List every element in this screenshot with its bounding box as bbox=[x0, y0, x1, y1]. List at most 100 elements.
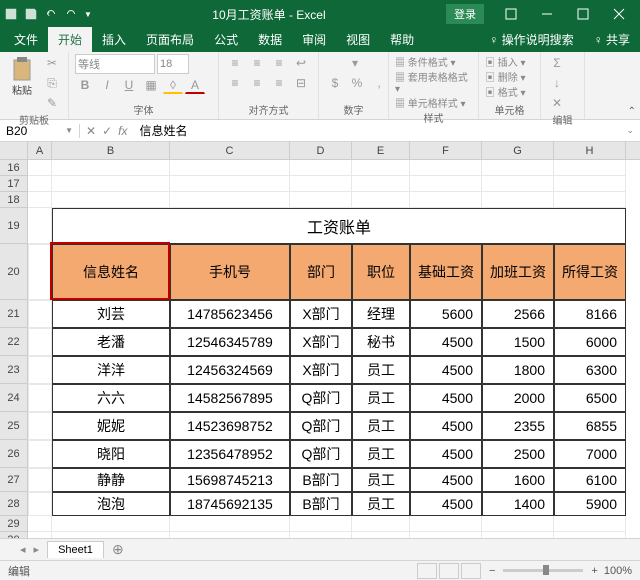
table-header-cell[interactable]: 部门 bbox=[290, 244, 352, 300]
login-button[interactable]: 登录 bbox=[446, 4, 484, 24]
clear-icon[interactable]: ✕ bbox=[547, 94, 567, 112]
zoom-out-icon[interactable]: − bbox=[489, 565, 495, 577]
align-left-icon[interactable]: ≡ bbox=[225, 74, 245, 92]
enter-formula-icon[interactable]: ✓ bbox=[102, 124, 112, 138]
sheet-nav-prev-icon[interactable]: ◂ bbox=[20, 543, 26, 556]
table-cell[interactable]: 老潘 bbox=[52, 328, 170, 356]
table-cell[interactable]: 4500 bbox=[410, 492, 482, 516]
cell[interactable] bbox=[410, 516, 482, 532]
cell[interactable] bbox=[28, 300, 52, 328]
cond-format-button[interactable]: ▦ 条件格式 ▾ bbox=[395, 54, 456, 69]
add-sheet-icon[interactable]: ⊕ bbox=[112, 541, 124, 558]
bold-icon[interactable]: B bbox=[75, 76, 95, 94]
cell[interactable] bbox=[170, 516, 290, 532]
table-cell[interactable]: 员工 bbox=[352, 468, 410, 492]
table-cell[interactable]: 6300 bbox=[554, 356, 626, 384]
cell[interactable] bbox=[410, 192, 482, 208]
table-cell[interactable]: 5600 bbox=[410, 300, 482, 328]
row-header[interactable]: 25 bbox=[0, 412, 28, 440]
save-icon[interactable] bbox=[24, 7, 38, 21]
table-cell[interactable]: 5900 bbox=[554, 492, 626, 516]
sheet-nav-next-icon[interactable]: ▸ bbox=[34, 543, 40, 556]
redo-icon[interactable] bbox=[64, 7, 78, 21]
cell[interactable] bbox=[170, 192, 290, 208]
cell[interactable] bbox=[554, 532, 626, 538]
cell[interactable] bbox=[410, 176, 482, 192]
cell[interactable] bbox=[410, 160, 482, 176]
row-header[interactable]: 18 bbox=[0, 192, 28, 208]
percent-icon[interactable]: % bbox=[347, 74, 367, 92]
tab-file[interactable]: 文件 bbox=[4, 27, 48, 52]
row-header[interactable]: 20 bbox=[0, 244, 28, 300]
maximize-icon[interactable] bbox=[566, 2, 600, 26]
autosave-icon[interactable] bbox=[4, 7, 18, 21]
col-header[interactable]: H bbox=[554, 142, 626, 159]
table-header-cell[interactable]: 所得工资 bbox=[554, 244, 626, 300]
table-cell[interactable]: 经理 bbox=[352, 300, 410, 328]
cell[interactable] bbox=[482, 192, 554, 208]
tellme-search[interactable]: ♀ 操作说明搜索 bbox=[479, 27, 583, 52]
cell[interactable] bbox=[290, 532, 352, 538]
number-format-select[interactable]: ▾ bbox=[325, 54, 385, 72]
font-color-icon[interactable]: A bbox=[185, 76, 205, 94]
table-cell[interactable]: 秘书 bbox=[352, 328, 410, 356]
share-button[interactable]: ♀ 共享 bbox=[584, 27, 640, 52]
table-cell[interactable]: Q部门 bbox=[290, 440, 352, 468]
table-cell[interactable]: X部门 bbox=[290, 300, 352, 328]
table-cell[interactable]: 妮妮 bbox=[52, 412, 170, 440]
cell[interactable] bbox=[170, 176, 290, 192]
table-cell[interactable]: B部门 bbox=[290, 468, 352, 492]
col-header[interactable]: B bbox=[52, 142, 170, 159]
cell[interactable] bbox=[28, 412, 52, 440]
table-cell[interactable]: 员工 bbox=[352, 356, 410, 384]
tab-4[interactable]: 数据 bbox=[248, 27, 292, 52]
autosum-icon[interactable]: Σ bbox=[547, 54, 567, 72]
row-header[interactable]: 21 bbox=[0, 300, 28, 328]
cell[interactable] bbox=[352, 176, 410, 192]
italic-icon[interactable]: I bbox=[97, 76, 117, 94]
insert-cells-button[interactable]: ▣ 插入 ▾ bbox=[485, 54, 526, 69]
col-header[interactable]: C bbox=[170, 142, 290, 159]
table-cell[interactable]: Q部门 bbox=[290, 384, 352, 412]
table-cell[interactable]: Q部门 bbox=[290, 412, 352, 440]
cell[interactable] bbox=[28, 208, 52, 244]
paste-button[interactable]: 粘贴 bbox=[6, 54, 38, 98]
cell[interactable] bbox=[290, 192, 352, 208]
fill-color-icon[interactable]: ◊ bbox=[163, 76, 183, 94]
align-mid-icon[interactable]: ≡ bbox=[247, 54, 267, 72]
table-cell[interactable]: 8166 bbox=[554, 300, 626, 328]
tab-0[interactable]: 开始 bbox=[48, 27, 92, 52]
cell[interactable] bbox=[554, 516, 626, 532]
cell[interactable] bbox=[52, 192, 170, 208]
table-cell[interactable]: 4500 bbox=[410, 328, 482, 356]
table-cell[interactable]: 4500 bbox=[410, 384, 482, 412]
cell[interactable] bbox=[28, 192, 52, 208]
copy-icon[interactable]: ⎘ bbox=[42, 74, 62, 92]
cell[interactable] bbox=[28, 516, 52, 532]
table-cell[interactable]: 员工 bbox=[352, 492, 410, 516]
sheet-tab[interactable]: Sheet1 bbox=[47, 541, 104, 558]
view-break-icon[interactable] bbox=[461, 563, 481, 579]
table-cell[interactable]: 6500 bbox=[554, 384, 626, 412]
table-cell[interactable]: 刘芸 bbox=[52, 300, 170, 328]
table-cell[interactable]: 12356478952 bbox=[170, 440, 290, 468]
merge-icon[interactable]: ⊟ bbox=[291, 74, 311, 92]
col-header[interactable]: E bbox=[352, 142, 410, 159]
tab-6[interactable]: 视图 bbox=[336, 27, 380, 52]
col-header[interactable]: F bbox=[410, 142, 482, 159]
zoom-slider[interactable] bbox=[503, 569, 583, 572]
table-cell[interactable]: 1400 bbox=[482, 492, 554, 516]
border-icon[interactable]: ▦ bbox=[141, 76, 161, 94]
cell[interactable] bbox=[554, 160, 626, 176]
table-cell[interactable]: 18745692135 bbox=[170, 492, 290, 516]
comma-icon[interactable]: , bbox=[369, 74, 389, 92]
expand-formula-icon[interactable]: ⌄ bbox=[620, 125, 640, 136]
row-header[interactable]: 30 bbox=[0, 532, 28, 538]
tab-2[interactable]: 页面布局 bbox=[136, 27, 204, 52]
view-layout-icon[interactable] bbox=[439, 563, 459, 579]
table-cell[interactable]: 7000 bbox=[554, 440, 626, 468]
cell[interactable] bbox=[28, 384, 52, 412]
table-cell[interactable]: 1500 bbox=[482, 328, 554, 356]
table-cell[interactable]: 14785623456 bbox=[170, 300, 290, 328]
table-format-button[interactable]: ▦ 套用表格格式 ▾ bbox=[395, 69, 472, 95]
